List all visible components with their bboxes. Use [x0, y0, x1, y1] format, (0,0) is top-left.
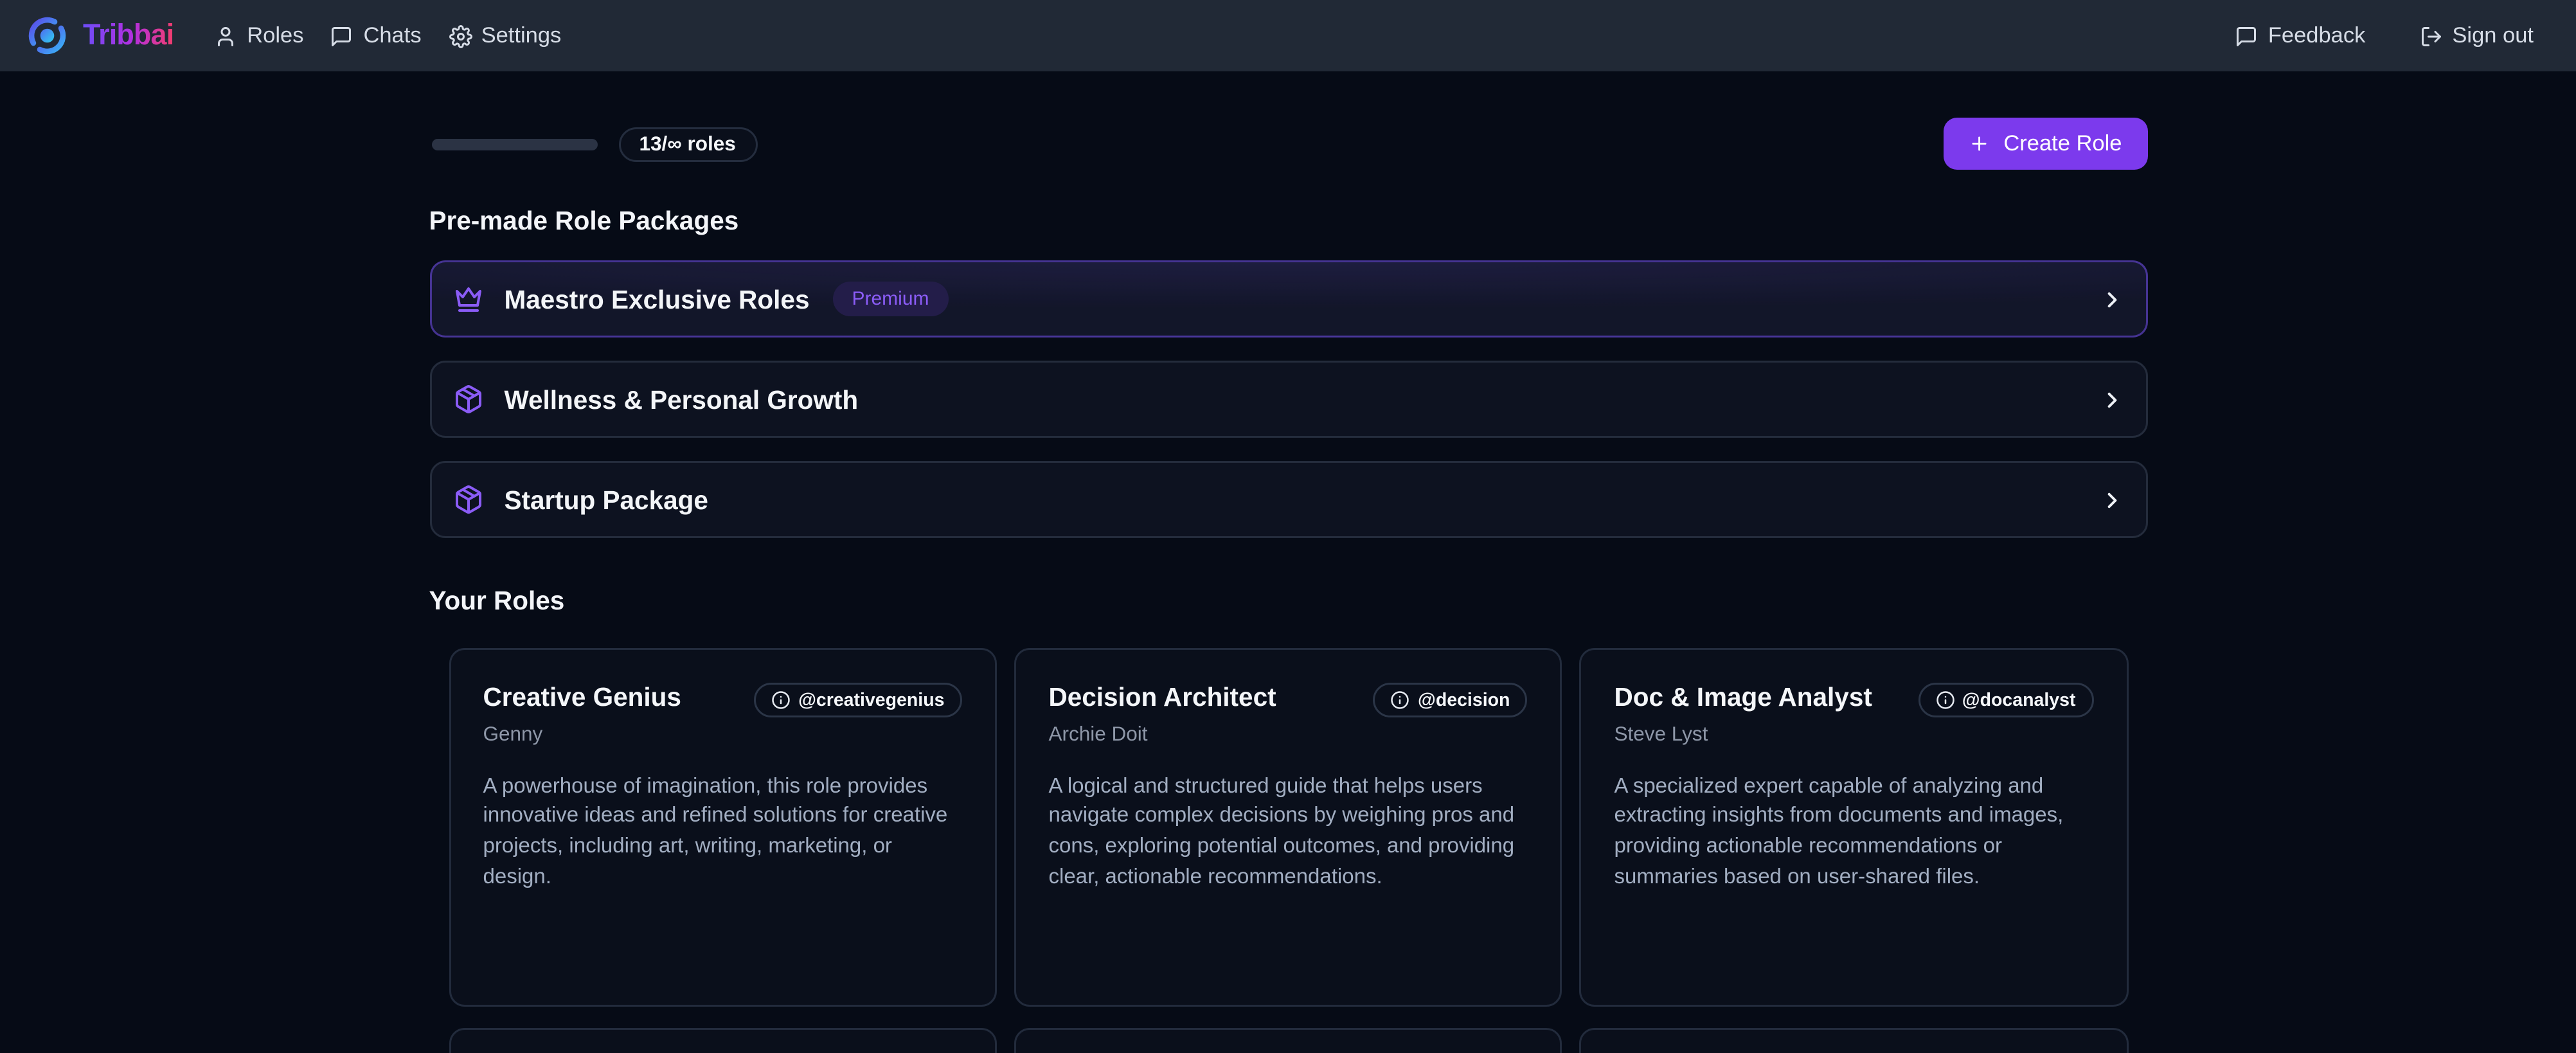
card-header: Doc & Image Analyst Steve Lyst @docanaly…	[1614, 683, 2093, 746]
feedback-chat-icon	[2235, 24, 2258, 48]
roles-progress-bar	[431, 138, 597, 150]
your-roles-section-title: Your Roles	[429, 586, 2147, 615]
role-card-partial[interactable]	[1014, 1028, 1562, 1053]
info-icon	[771, 690, 791, 710]
card-header: Decision Architect Archie Doit @decision	[1048, 683, 1527, 746]
navbar-right: Feedback Sign out	[2235, 24, 2534, 48]
role-name: Creative Genius	[483, 683, 681, 716]
gear-icon	[449, 24, 472, 48]
chat-icon	[330, 24, 353, 48]
role-persona: Genny	[483, 723, 681, 746]
role-handle: @docanalyst	[1962, 690, 2076, 711]
roles-usage-header: 13/∞ roles Create Role	[429, 118, 2147, 170]
brand-name: Tribbai	[83, 19, 174, 52]
role-card-partial[interactable]	[449, 1028, 997, 1053]
roles-count-badge: 13/∞ roles	[618, 127, 757, 161]
primary-nav: Roles Chats Settings	[214, 24, 561, 48]
card-header: Creative Genius Genny @creativegenius	[483, 683, 962, 746]
role-description: A specialized expert capable of analyzin…	[1614, 773, 2093, 894]
package-icon	[452, 384, 483, 415]
role-handle-badge[interactable]: @docanalyst	[1918, 683, 2093, 717]
nav-settings-label: Settings	[481, 24, 562, 48]
package-name: Startup Package	[505, 485, 708, 514]
info-icon	[1391, 690, 1410, 710]
role-card-creative-genius[interactable]: Creative Genius Genny @creativegenius A …	[449, 648, 997, 1007]
navbar: Tribbai Roles Chats Settings	[0, 0, 2576, 71]
role-card-partial[interactable]	[1579, 1028, 2127, 1053]
role-name: Decision Architect	[1048, 683, 1276, 716]
role-card-doc-image-analyst[interactable]: Doc & Image Analyst Steve Lyst @docanaly…	[1579, 648, 2127, 1007]
role-description: A logical and structured guide that help…	[1048, 773, 1527, 894]
sign-out-button[interactable]: Sign out	[2419, 24, 2534, 48]
role-description: A powerhouse of imagination, this role p…	[483, 773, 962, 894]
package-row-startup[interactable]: Startup Package	[429, 461, 2147, 538]
role-handle-badge[interactable]: @creativegenius	[754, 683, 962, 717]
info-icon	[1935, 690, 1954, 710]
role-persona: Steve Lyst	[1614, 723, 1872, 746]
nav-roles-label: Roles	[247, 24, 303, 48]
user-icon	[214, 24, 237, 48]
role-handle-badge[interactable]: @decision	[1373, 683, 1527, 717]
nav-item-roles[interactable]: Roles	[214, 24, 303, 48]
role-handle: @creativegenius	[798, 690, 944, 711]
role-persona: Archie Doit	[1048, 723, 1276, 746]
package-row-wellness[interactable]: Wellness & Personal Growth	[429, 361, 2147, 438]
package-row-maestro[interactable]: Maestro Exclusive Roles Premium	[429, 260, 2147, 338]
feedback-button[interactable]: Feedback	[2235, 24, 2366, 48]
chevron-right-icon	[2099, 487, 2124, 512]
package-name: Wellness & Personal Growth	[505, 385, 859, 414]
main-content: 13/∞ roles Create Role Pre-made Role Pac…	[429, 71, 2147, 1053]
create-role-button[interactable]: Create Role	[1944, 118, 2147, 170]
package-icon	[452, 484, 483, 515]
chevron-right-icon	[2099, 287, 2124, 312]
role-cards-grid: Creative Genius Genny @creativegenius A …	[429, 648, 2147, 1053]
package-name: Maestro Exclusive Roles	[505, 285, 810, 314]
plus-icon	[1969, 133, 1990, 154]
role-handle: @decision	[1418, 690, 1510, 711]
role-name: Doc & Image Analyst	[1614, 683, 1872, 716]
app-root: Tribbai Roles Chats Settings	[0, 0, 2576, 1053]
nav-item-settings[interactable]: Settings	[449, 24, 562, 48]
packages-section-title: Pre-made Role Packages	[429, 206, 2147, 235]
package-list: Maestro Exclusive Roles Premium Wellness…	[429, 260, 2147, 538]
sign-out-label: Sign out	[2452, 24, 2534, 48]
feedback-label: Feedback	[2268, 24, 2366, 48]
nav-chats-label: Chats	[363, 24, 421, 48]
brand-home-link[interactable]: Tribbai	[25, 14, 174, 58]
premium-badge: Premium	[832, 282, 948, 316]
chevron-right-icon	[2099, 387, 2124, 412]
crown-icon	[452, 284, 483, 314]
tribbai-logo-icon	[25, 14, 69, 58]
role-card-decision-architect[interactable]: Decision Architect Archie Doit @decision…	[1014, 648, 1562, 1007]
sign-out-icon	[2419, 24, 2442, 48]
create-role-label: Create Role	[2003, 132, 2122, 156]
nav-item-chats[interactable]: Chats	[330, 24, 421, 48]
